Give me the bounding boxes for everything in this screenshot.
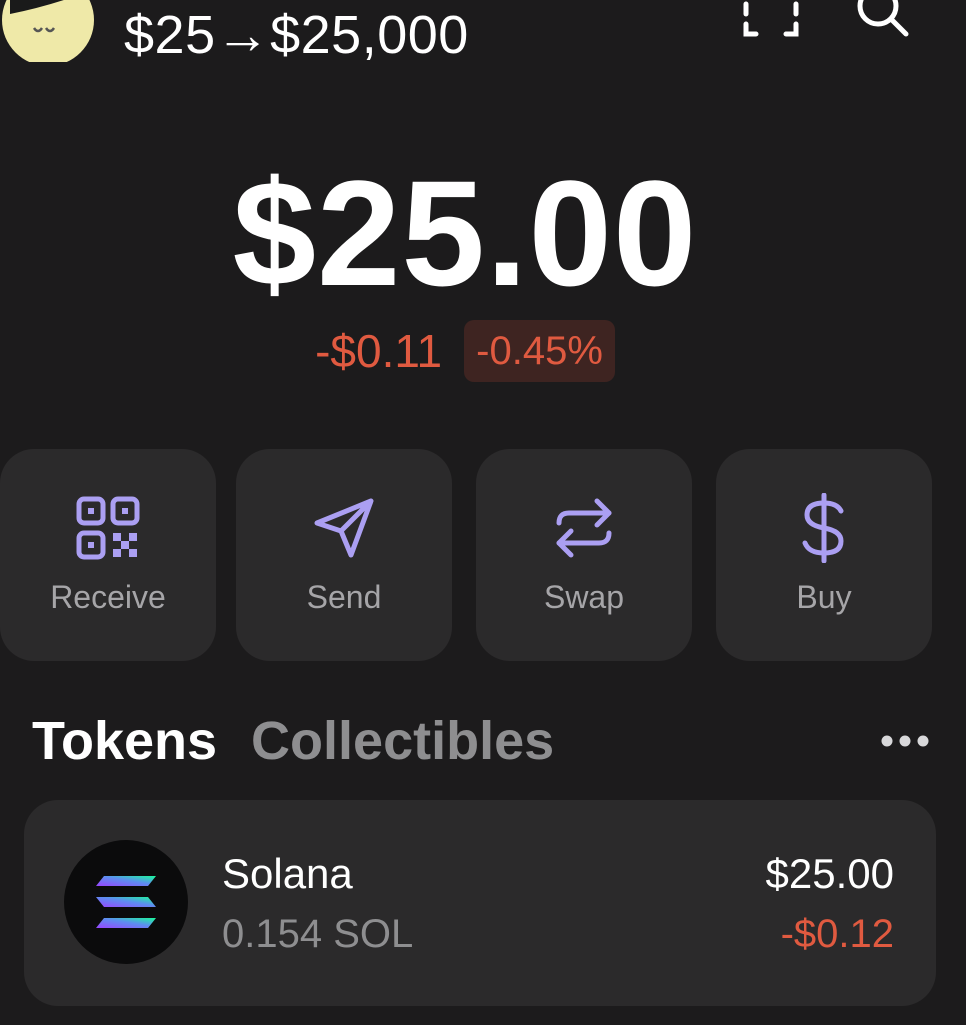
token-row-solana[interactable]: Solana 0.154 SOL $25.00 -$0.12 bbox=[24, 800, 936, 1006]
swap-label: Swap bbox=[543, 579, 625, 615]
solana-logo-icon bbox=[96, 876, 156, 928]
send-button[interactable]: Send bbox=[236, 449, 452, 661]
dollar-icon bbox=[802, 493, 844, 563]
receive-label: Receive bbox=[50, 579, 166, 615]
asset-tabs: Tokens Collectibles bbox=[32, 710, 554, 772]
scan-icon bbox=[743, 1, 799, 37]
token-value: $25.00 bbox=[765, 850, 894, 897]
balance-change-row: -$0.11 -0.45% bbox=[0, 320, 930, 382]
token-change: -$0.12 bbox=[780, 912, 894, 956]
search-button[interactable] bbox=[852, 0, 912, 40]
token-name: Solana bbox=[222, 850, 353, 897]
token-amount: 0.154 SOL bbox=[222, 912, 414, 956]
avatar-icon bbox=[2, 0, 94, 66]
send-label: Send bbox=[306, 579, 382, 615]
avatar[interactable] bbox=[0, 0, 100, 66]
balance-change-percent-badge: -0.45% bbox=[464, 320, 615, 382]
send-icon bbox=[314, 498, 374, 558]
token-logo bbox=[64, 840, 188, 964]
search-icon bbox=[857, 0, 909, 37]
tab-collectibles[interactable]: Collectibles bbox=[251, 710, 554, 772]
balance-change-amount: -$0.11 bbox=[315, 325, 443, 377]
tab-tokens[interactable]: Tokens bbox=[32, 710, 217, 772]
buy-label: Buy bbox=[796, 579, 852, 615]
swap-button[interactable]: Swap bbox=[476, 449, 692, 661]
total-balance: $25.00 bbox=[232, 149, 698, 317]
scan-button[interactable] bbox=[742, 0, 800, 40]
receive-button[interactable]: Receive bbox=[0, 449, 216, 661]
more-icon bbox=[881, 735, 929, 747]
swap-icon bbox=[556, 498, 612, 558]
qr-code-icon bbox=[76, 496, 140, 560]
more-button[interactable] bbox=[878, 726, 932, 756]
wallet-home-screen: $25→$25,000 $25.00 -$0.11 -0.45% Receive… bbox=[0, 0, 966, 1025]
buy-button[interactable]: Buy bbox=[716, 449, 932, 661]
account-name[interactable]: $25→$25,000 bbox=[124, 4, 469, 66]
